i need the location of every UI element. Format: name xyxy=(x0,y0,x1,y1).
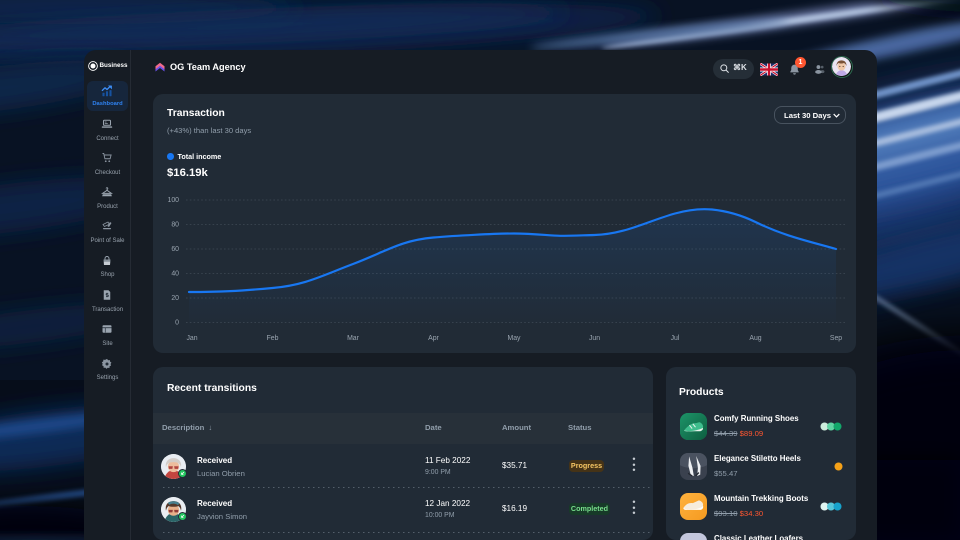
svg-text:80: 80 xyxy=(171,222,179,229)
svg-text:Apr: Apr xyxy=(428,335,439,342)
svg-text:60: 60 xyxy=(171,246,179,253)
svg-text:Jan: Jan xyxy=(186,335,197,342)
svg-text:20: 20 xyxy=(171,295,179,302)
svg-text:Jul: Jul xyxy=(671,335,680,342)
svg-text:Aug: Aug xyxy=(749,335,761,342)
svg-text:May: May xyxy=(507,335,521,342)
svg-text:Feb: Feb xyxy=(267,335,279,342)
svg-text:0: 0 xyxy=(175,320,179,327)
svg-text:Mar: Mar xyxy=(347,335,360,342)
svg-text:40: 40 xyxy=(171,271,179,278)
svg-text:100: 100 xyxy=(168,197,180,204)
svg-text:Jun: Jun xyxy=(589,335,600,342)
svg-text:Sep: Sep xyxy=(830,335,842,342)
